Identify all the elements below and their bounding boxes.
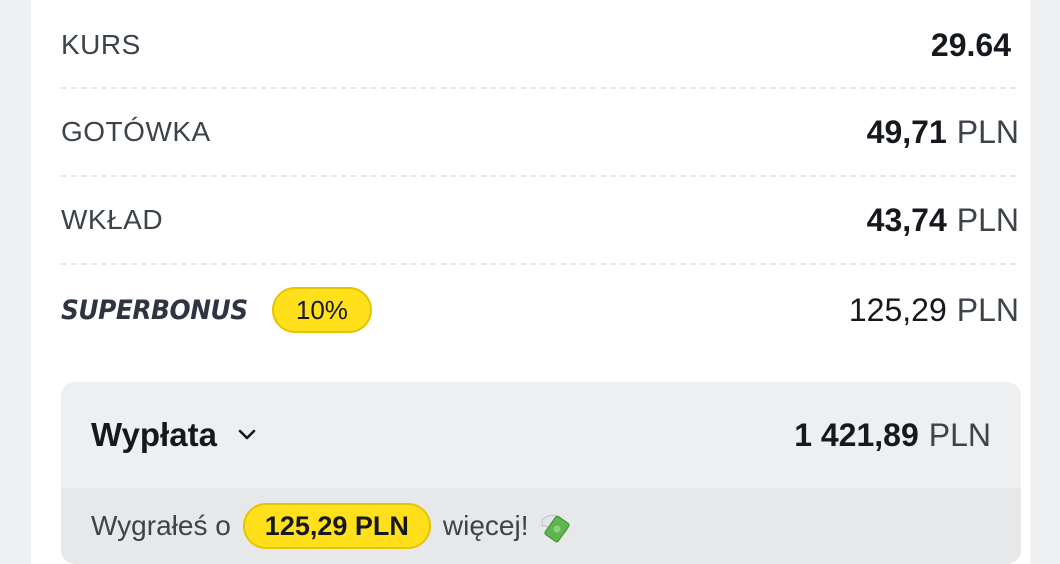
payout-title: Wypłata <box>91 416 217 453</box>
payout-value: 1 421,89 PLN <box>794 417 991 454</box>
bet-summary-card: KURS 29.64 GOTÓWKA 49,71 PLN WKŁAD 43,74 P… <box>31 0 1030 564</box>
stake-amount: 43,74 <box>866 201 947 238</box>
stake-label: WKŁAD <box>61 204 164 235</box>
odds-row: KURS 29.64 <box>61 2 1019 88</box>
superbonus-label-group: SUPERBONUS 10% <box>61 287 372 333</box>
superbonus-row: SUPERBONUS 10% 125,29 PLN <box>61 264 1019 356</box>
stake-value: 43,74 PLN <box>867 202 1019 239</box>
payout-currency: PLN <box>928 416 991 453</box>
cash-row: GOTÓWKA 49,71 PLN <box>61 88 1019 176</box>
payout-panel: Wypłata 1 421,89 PLN Wygrałeś o 125,29 PL… <box>61 382 1021 564</box>
odds-value: 29.64 <box>931 27 1011 64</box>
payout-note: Wygrałeś o 125,29 PLN więcej! <box>91 488 574 564</box>
superbonus-value: 125,29 PLN <box>849 292 1019 329</box>
payout-note-badge: 125,29 PLN <box>242 503 431 549</box>
odds-number: 29.64 <box>930 26 1011 63</box>
money-with-wings-icon <box>541 514 571 543</box>
payout-header[interactable]: Wypłata 1 421,89 PLN <box>61 382 1021 488</box>
cash-amount: 49,71 <box>866 113 947 150</box>
cash-label: GOTÓWKA <box>61 116 211 147</box>
superbonus-currency: PLN <box>956 291 1019 328</box>
odds-label: KURS <box>61 29 141 60</box>
payout-toggle[interactable]: Wypłata <box>91 416 259 454</box>
payout-note-suffix: więcej! <box>442 510 529 541</box>
stake-currency: PLN <box>956 201 1019 238</box>
payout-note-prefix: Wygrałeś o <box>91 510 231 541</box>
superbonus-percent-badge: 10% <box>271 287 372 333</box>
cash-value: 49,71 PLN <box>867 114 1019 151</box>
stake-row: WKŁAD 43,74 PLN <box>61 176 1019 264</box>
chevron-down-icon[interactable] <box>235 423 259 447</box>
superbonus-label: SUPERBONUS <box>61 294 248 326</box>
cash-currency: PLN <box>956 113 1019 150</box>
payout-amount: 1 421,89 <box>794 416 919 453</box>
superbonus-amount: 125,29 <box>848 291 947 328</box>
